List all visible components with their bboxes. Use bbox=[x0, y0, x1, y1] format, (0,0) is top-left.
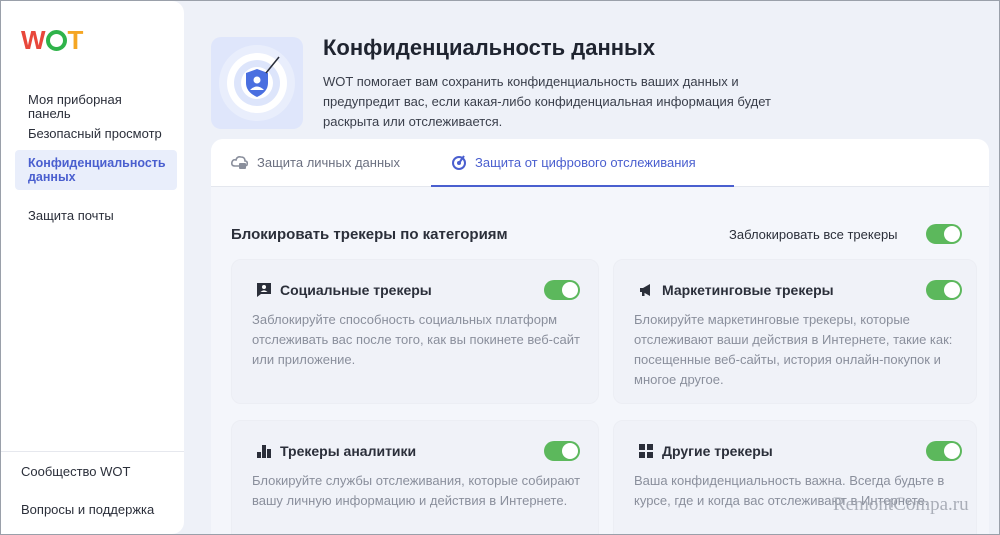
sidebar: WT Моя приборная панель Безопасный просм… bbox=[1, 1, 184, 534]
sidebar-item-email-protection[interactable]: Защита почты bbox=[15, 203, 177, 229]
card-title: Другие трекеры bbox=[662, 443, 773, 459]
block-all-label: Заблокировать все трекеры bbox=[729, 227, 898, 242]
social-icon bbox=[257, 283, 271, 297]
card-title: Трекеры аналитики bbox=[280, 443, 417, 459]
page-description: WOT помогает вам сохранить конфиденциаль… bbox=[323, 74, 771, 129]
other-trackers-toggle[interactable] bbox=[926, 441, 962, 461]
watermark: RemontCompa.ru bbox=[833, 494, 969, 515]
radar-shield-icon bbox=[219, 45, 295, 121]
sidebar-divider bbox=[1, 451, 184, 452]
logo-letter-w: W bbox=[21, 25, 46, 55]
logo-o-ring bbox=[45, 30, 67, 51]
tab-bar: Защита личных данных Защита от цифрового… bbox=[211, 139, 989, 187]
social-trackers-toggle[interactable] bbox=[544, 280, 580, 300]
logo-letter-t: T bbox=[67, 25, 84, 55]
card-description: Блокируйте службы отслеживания, которые … bbox=[252, 473, 581, 508]
marketing-trackers-toggle[interactable] bbox=[926, 280, 962, 300]
tab-label: Защита от цифрового отслеживания bbox=[475, 154, 696, 170]
privacy-shield-illustration bbox=[211, 37, 303, 129]
analytics-trackers-toggle[interactable] bbox=[544, 441, 580, 461]
page-title: Конфиденциальность данных bbox=[323, 35, 656, 60]
sidebar-item-support[interactable]: Вопросы и поддержка bbox=[21, 502, 154, 517]
card-description: Заблокируйте способность социальных плат… bbox=[252, 312, 580, 367]
card-marketing-trackers: Маркетинговые трекеры Блокируйте маркети… bbox=[613, 259, 977, 404]
block-all-toggle[interactable] bbox=[926, 224, 962, 244]
radar-icon bbox=[452, 155, 466, 170]
card-title: Маркетинговые трекеры bbox=[662, 282, 834, 298]
card-other-trackers: Другие трекеры Ваша конфиденциальность в… bbox=[613, 420, 977, 535]
active-tab-indicator bbox=[431, 185, 734, 187]
wot-logo[interactable]: WT bbox=[21, 25, 84, 56]
tab-personal-data[interactable]: Защита личных данных bbox=[231, 154, 400, 170]
sidebar-item-community[interactable]: Сообщество WOT bbox=[21, 464, 130, 479]
section-title: Блокировать трекеры по категориям bbox=[231, 226, 508, 243]
card-analytics-trackers: Трекеры аналитики Блокируйте службы отсл… bbox=[231, 420, 599, 535]
sidebar-item-safe-browsing[interactable]: Безопасный просмотр bbox=[15, 121, 177, 147]
megaphone-icon bbox=[640, 284, 650, 296]
tab-digital-tracking[interactable]: Защита от цифрового отслеживания bbox=[451, 154, 696, 170]
cloud-lock-icon bbox=[231, 156, 249, 169]
card-social-trackers: Социальные трекеры Заблокируйте способно… bbox=[231, 259, 599, 404]
bar-chart-icon bbox=[257, 445, 271, 458]
sidebar-item-data-privacy[interactable]: Конфиденциальность данных bbox=[15, 150, 177, 190]
tab-label: Защита личных данных bbox=[257, 154, 400, 170]
card-title: Социальные трекеры bbox=[280, 282, 432, 298]
card-description: Блокируйте маркетинговые трекеры, которы… bbox=[634, 312, 953, 387]
grid-icon bbox=[639, 444, 653, 458]
